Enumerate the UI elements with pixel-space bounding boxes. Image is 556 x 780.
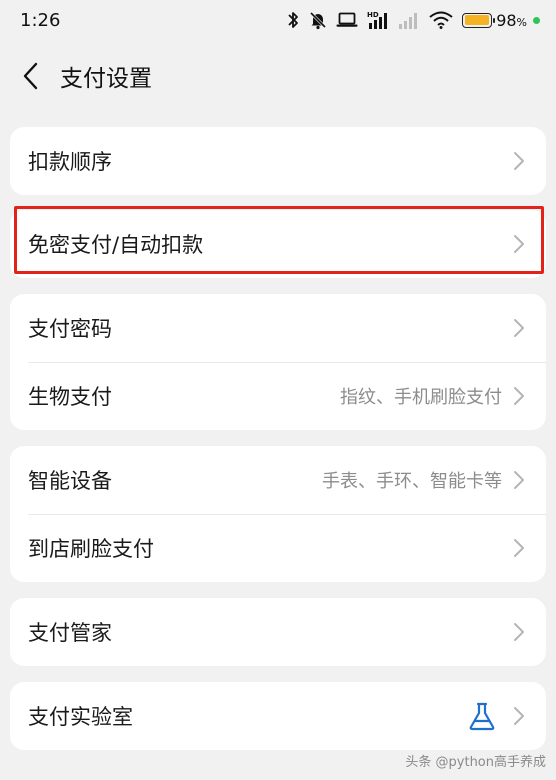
battery-indicator: 98%	[462, 11, 540, 30]
laptop-icon	[336, 12, 358, 27]
privacy-indicator-dot	[533, 16, 540, 24]
chevron-right-icon	[514, 319, 524, 337]
chevron-right-icon	[514, 152, 524, 170]
row-label: 支付管家	[28, 621, 112, 645]
row-smart-devices[interactable]: 智能设备 手表、手环、智能卡等	[10, 446, 546, 514]
row-label: 生物支付	[28, 385, 112, 409]
status-icons: HD 98%	[286, 10, 540, 30]
page-title: 支付设置	[60, 66, 152, 92]
hd-signal-icon: HD	[367, 11, 388, 29]
battery-icon	[462, 12, 496, 28]
row-label: 支付实验室	[28, 705, 133, 729]
signal-weak-icon	[399, 13, 418, 29]
row-value: 指纹、手机刷脸支付	[340, 387, 502, 408]
row-deduction-order[interactable]: 扣款顺序	[10, 127, 546, 195]
row-label: 智能设备	[28, 469, 112, 493]
chevron-right-icon	[514, 235, 524, 253]
back-button[interactable]	[2, 48, 58, 104]
bluetooth-icon	[288, 12, 299, 28]
battery-percent: 98%	[496, 10, 527, 30]
page-header: 支付设置	[0, 48, 556, 104]
row-label: 支付密码	[28, 317, 112, 341]
wifi-icon	[429, 11, 453, 29]
watermark: 头条 @python高手养成	[405, 755, 546, 770]
flask-icon	[469, 702, 495, 731]
row-biometric-payment[interactable]: 生物支付 指纹、手机刷脸支付	[10, 362, 546, 430]
section-password-free: 免密支付/自动扣款	[10, 210, 546, 278]
row-password-free-auto-deduct[interactable]: 免密支付/自动扣款	[10, 210, 546, 278]
row-label: 扣款顺序	[28, 150, 112, 174]
section-butler: 支付管家	[10, 598, 546, 666]
chevron-right-icon	[514, 387, 524, 405]
row-value: 手表、手环、智能卡等	[322, 471, 502, 492]
row-payment-password[interactable]: 支付密码	[10, 294, 546, 362]
section-security: 支付密码 生物支付 指纹、手机刷脸支付	[10, 294, 546, 430]
section-deduction-order: 扣款顺序	[10, 127, 546, 195]
status-bar: 1:26 HD 98%	[0, 0, 556, 40]
chevron-right-icon	[514, 623, 524, 641]
row-label: 免密支付/自动扣款	[28, 233, 204, 257]
row-in-store-face-pay[interactable]: 到店刷脸支付	[10, 514, 546, 582]
svg-text:HD: HD	[367, 11, 379, 19]
section-devices: 智能设备 手表、手环、智能卡等 到店刷脸支付	[10, 446, 546, 582]
row-payment-lab[interactable]: 支付实验室	[10, 682, 546, 750]
bell-muted-icon	[310, 11, 327, 30]
chevron-right-icon	[514, 539, 524, 557]
status-time: 1:26	[20, 9, 61, 31]
chevron-right-icon	[514, 471, 524, 489]
row-payment-butler[interactable]: 支付管家	[10, 598, 546, 666]
chevron-left-icon	[23, 62, 38, 90]
chevron-right-icon	[514, 707, 524, 725]
row-label: 到店刷脸支付	[28, 537, 154, 561]
section-lab: 支付实验室	[10, 682, 546, 750]
